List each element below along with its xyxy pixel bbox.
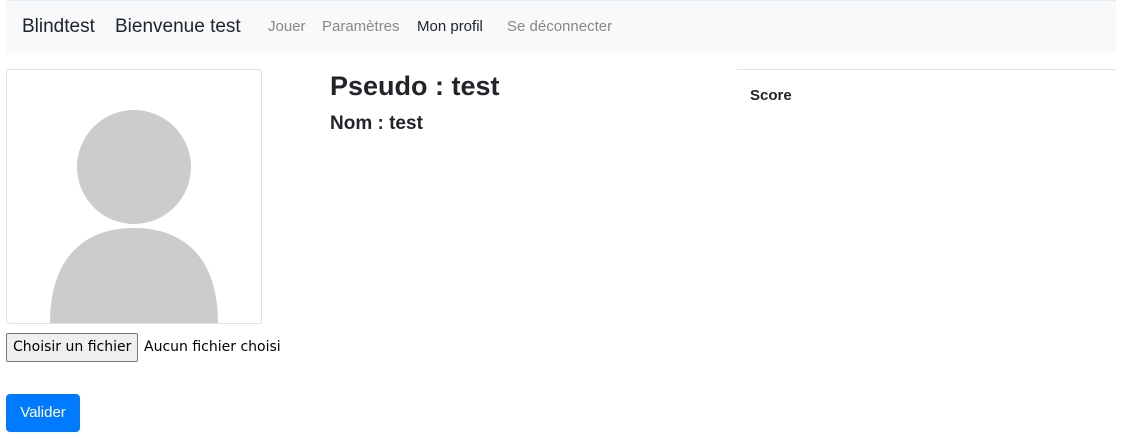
nav-link-se-deconnecter[interactable]: Se déconnecter bbox=[507, 18, 612, 35]
choose-file-button[interactable]: Choisir un fichier bbox=[6, 333, 139, 362]
pseudo-heading: Pseudo : test bbox=[330, 71, 500, 101]
brand-link[interactable]: Blindtest bbox=[22, 16, 95, 38]
profile-avatar bbox=[6, 69, 262, 324]
submit-button[interactable]: Valider bbox=[6, 394, 80, 432]
default-user-avatar-icon bbox=[50, 110, 218, 323]
nom-heading: Nom : test bbox=[330, 113, 423, 134]
nav-link-jouer[interactable]: Jouer bbox=[268, 18, 306, 35]
nav-link-parametres[interactable]: Paramètres bbox=[322, 18, 400, 35]
nav-link-mon-profil[interactable]: Mon profil bbox=[417, 18, 483, 35]
score-column-header: Score bbox=[750, 87, 792, 104]
score-table: Score bbox=[737, 69, 1116, 104]
top-navbar: Blindtest Bienvenue test Jouer Paramètre… bbox=[6, 0, 1116, 53]
file-status-text: Aucun fichier choisi bbox=[144, 339, 281, 355]
welcome-text: Bienvenue test bbox=[115, 16, 241, 37]
